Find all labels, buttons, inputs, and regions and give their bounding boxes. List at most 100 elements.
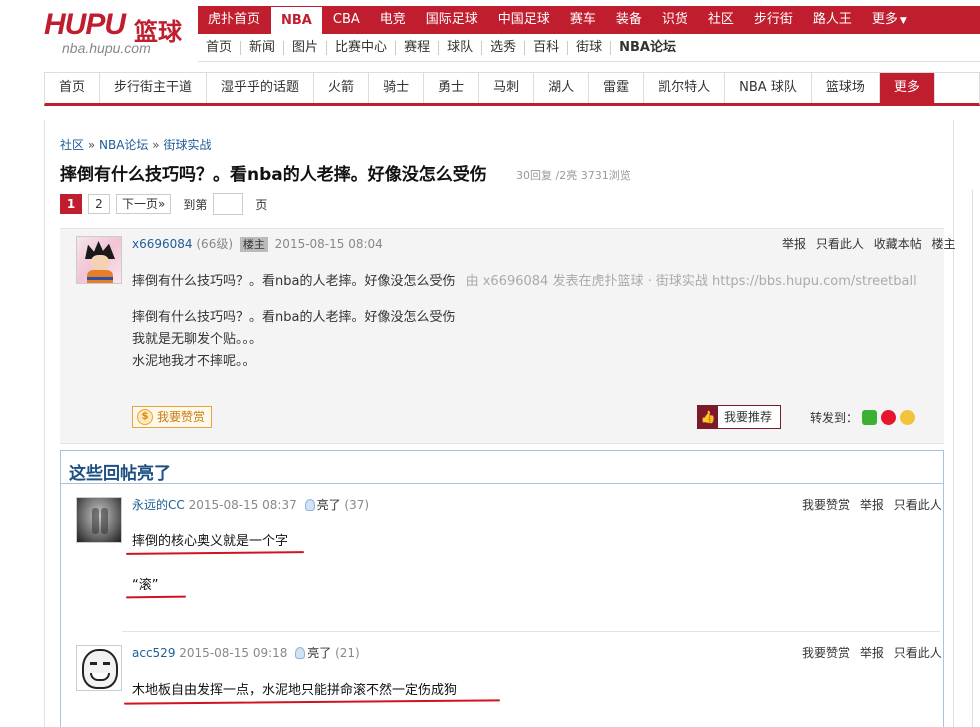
praise-label: 我要赞赏	[157, 410, 206, 424]
sub-nav-item[interactable]: 图片	[284, 40, 328, 55]
hupu-logo[interactable]: HUPU 篮球 nba.hupu.com	[44, 8, 194, 60]
page-2-button[interactable]: 2	[88, 194, 110, 214]
goto-page-input[interactable]	[213, 193, 244, 215]
forum-nav-item[interactable]: 首页	[45, 73, 101, 103]
next-page-button[interactable]: 下一页»	[116, 194, 172, 214]
light-label[interactable]: 亮了	[317, 498, 341, 512]
goto-label: 到第	[183, 197, 208, 212]
sub-nav-item[interactable]: 新闻	[241, 40, 285, 55]
main-nav-cba[interactable]: CBA	[323, 6, 370, 34]
op-body-line: 我就是无聊发个贴。。。	[132, 332, 263, 347]
light-bulb-icon[interactable]	[304, 499, 315, 511]
only-this-user-link[interactable]: 只看此人	[894, 498, 942, 512]
divider	[122, 631, 940, 632]
sub-nav-item[interactable]: 球队	[439, 40, 483, 55]
sub-nav-item[interactable]: 百科	[525, 40, 569, 55]
op-username[interactable]: x6696084	[132, 237, 193, 251]
reply-actions: 我要赞赏 举报 只看此人	[796, 644, 942, 661]
main-nav-more-label: 更多	[871, 12, 898, 27]
op-meta: x6696084 (66级) 楼主 2015-08-15 08:04	[132, 235, 383, 252]
reply-username[interactable]: acc529	[132, 646, 175, 660]
praise-button[interactable]: $ 我要赞赏	[132, 406, 213, 428]
qzone-icon[interactable]	[900, 410, 916, 425]
logo-domain: nba.hupu.com	[62, 40, 151, 56]
forum-nav-item[interactable]: 骑士	[369, 73, 425, 103]
sub-nav-item[interactable]: 比赛中心	[327, 40, 397, 55]
reply-text: 摔倒的核心奥义就是一个字	[132, 534, 289, 549]
page-1-button[interactable]: 1	[60, 194, 82, 214]
forum-nav-item[interactable]: 湖人	[534, 73, 590, 103]
report-link[interactable]: 举报	[860, 498, 884, 512]
forum-nav-item[interactable]: 凯尔特人	[644, 73, 726, 103]
avatar-detail	[92, 508, 99, 534]
thread-stats: 30回复 /2亮 3731浏览	[516, 169, 631, 182]
breadcrumb-streetball[interactable]: 街球实战	[163, 138, 211, 152]
share-bar: 转发到：	[810, 409, 916, 426]
reply-avatar[interactable]	[76, 497, 122, 543]
op-badge: 楼主	[239, 237, 268, 252]
op-avatar[interactable]	[76, 236, 122, 284]
main-nav-nba[interactable]: NBA	[270, 6, 323, 34]
light-count: (37)	[344, 498, 370, 512]
light-count: (21)	[335, 646, 360, 660]
breadcrumb: 社区 » NBA论坛 » 街球实战	[60, 136, 211, 153]
op-source: 由 x6696084 发表在虎扑篮球 · 街球实战 https://bbs.hu…	[465, 274, 917, 289]
forum-nav-item[interactable]: NBA 球队	[725, 73, 812, 103]
op-time: 2015-08-15 08:04	[274, 237, 383, 251]
main-nav-racing[interactable]: 赛车	[560, 6, 606, 34]
forum-nav-more[interactable]: 更多	[879, 73, 935, 103]
light-bulb-icon[interactable]	[295, 647, 306, 659]
logo-brand: HUPU	[44, 8, 126, 41]
forum-nav-item[interactable]: 步行街主干道	[100, 73, 208, 103]
only-this-user-link[interactable]: 只看此人	[894, 646, 942, 660]
main-nav-lurenwang[interactable]: 路人王	[803, 6, 862, 34]
sub-nav-item[interactable]: 街球	[568, 40, 612, 55]
main-nav-intl-soccer[interactable]: 国际足球	[416, 6, 488, 34]
main-nav-esports[interactable]: 电竞	[370, 6, 416, 34]
avatar-belt	[87, 277, 113, 280]
sub-nav-item-forum[interactable]: NBA论坛	[611, 40, 684, 55]
main-nav-community[interactable]: 社区	[698, 6, 744, 34]
main-nav-more[interactable]: 更多 ▼	[862, 6, 917, 34]
only-this-user-link[interactable]: 只看此人	[816, 237, 864, 251]
weibo-icon[interactable]	[881, 410, 897, 425]
reply-avatar[interactable]	[76, 645, 122, 691]
reply-username[interactable]: 永远的CC	[132, 498, 185, 512]
light-label[interactable]: 亮了	[307, 646, 331, 660]
breadcrumb-nba-forum[interactable]: NBA论坛	[99, 138, 148, 152]
main-nav-gear[interactable]: 装备	[606, 6, 652, 34]
breadcrumb-sep: »	[152, 138, 160, 152]
forum-nav-item[interactable]: 篮球场	[812, 73, 880, 103]
main-nav-bxj[interactable]: 步行街	[744, 6, 803, 34]
sub-nav-item[interactable]: 选秀	[482, 40, 526, 55]
op-body-line: 摔倒有什么技巧吗？。看nba的人老摔。好像没怎么受伤	[132, 310, 456, 325]
report-link[interactable]: 举报	[782, 237, 806, 251]
op-first-line: 摔倒有什么技巧吗？。看nba的人老摔。好像没怎么受伤 由 x6696084 发表…	[132, 270, 917, 289]
avatar-eye	[90, 662, 97, 665]
main-nav-cn-soccer[interactable]: 中国足球	[488, 6, 560, 34]
praise-link[interactable]: 我要赞赏	[802, 646, 850, 660]
favorite-thread-link[interactable]: 收藏本帖	[874, 237, 922, 251]
recommend-button[interactable]: 👍 我要推荐	[697, 405, 782, 429]
wechat-icon[interactable]	[862, 410, 878, 425]
main-nav-shihuo[interactable]: 识货	[652, 6, 698, 34]
forum-nav-item[interactable]: 马刺	[479, 73, 535, 103]
report-link[interactable]: 举报	[860, 646, 884, 660]
sub-nav: 首页 新闻 图片 比赛中心 赛程 球队 选秀 百科 街球 NBA论坛	[198, 34, 980, 62]
sub-nav-item[interactable]: 首页	[198, 40, 242, 55]
forum-nav: 首页 步行街主干道 湿乎乎的话题 火箭 骑士 勇士 马刺 湖人 雷霆 凯尔特人 …	[44, 72, 980, 106]
praise-link[interactable]: 我要赞赏	[802, 498, 850, 512]
main-nav-home[interactable]: 虎扑首页	[198, 6, 270, 34]
reply-time: 2015-08-15 08:37	[188, 498, 297, 512]
op-actions: 举报 只看此人 收藏本帖 楼主	[776, 235, 956, 252]
pagination: 1 2 下一页» 到第 页	[60, 193, 267, 215]
avatar-face	[91, 255, 109, 271]
chevron-down-icon: ▼	[899, 16, 907, 26]
forum-nav-item[interactable]: 火箭	[314, 73, 370, 103]
sub-nav-item[interactable]: 赛程	[396, 40, 440, 55]
forum-nav-item[interactable]: 湿乎乎的话题	[207, 73, 315, 103]
forum-nav-item[interactable]: 雷霆	[589, 73, 645, 103]
forum-nav-item[interactable]: 勇士	[424, 73, 480, 103]
breadcrumb-community[interactable]: 社区	[60, 138, 84, 152]
thread-title: 摔倒有什么技巧吗？。看nba的人老摔。好像没怎么受伤	[60, 165, 487, 185]
